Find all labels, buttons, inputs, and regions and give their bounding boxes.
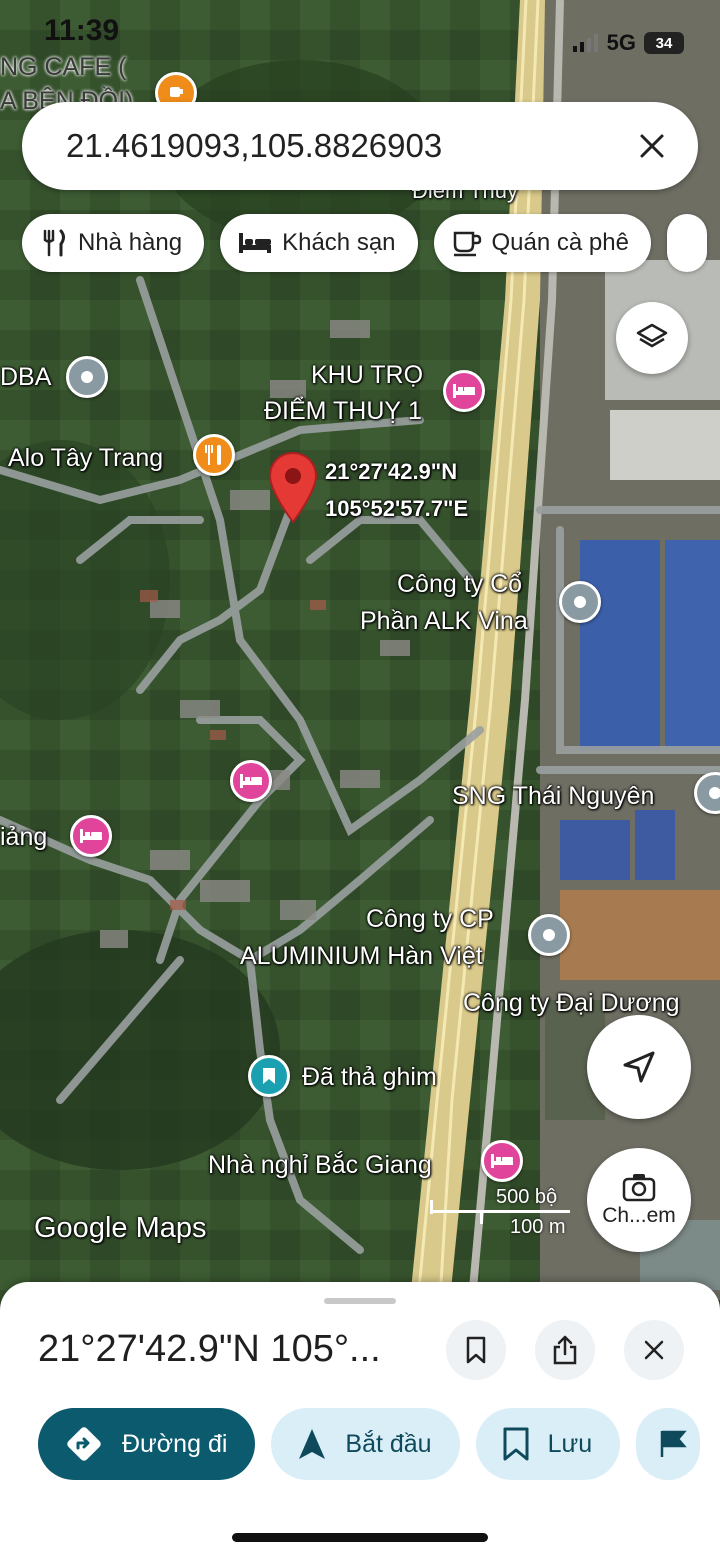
chip-more[interactable] xyxy=(666,214,707,272)
share-icon xyxy=(553,1335,577,1365)
search-input[interactable]: 21.4619093,105.8826903 xyxy=(66,127,622,165)
chip-label: Nhà hàng xyxy=(78,229,183,256)
save-icon-button[interactable] xyxy=(446,1320,506,1380)
my-location-button[interactable] xyxy=(587,1015,691,1119)
chip-label: Khách sạn xyxy=(282,229,396,256)
status-indicators: 5G 34 xyxy=(572,30,684,56)
place-title: 21°27'42.9"N 105°... xyxy=(38,1328,381,1370)
category-chips: Nhà hàng Khách sạn Quán cà phê xyxy=(22,214,707,272)
save-button[interactable]: Lưu xyxy=(475,1408,621,1480)
map-label-dropped-pin[interactable]: Đã thả ghim xyxy=(302,1062,437,1092)
map-label-cafe[interactable]: NG CAFE ( xyxy=(0,52,126,82)
clear-search-button[interactable] xyxy=(622,116,682,176)
chip-restaurants[interactable]: Nhà hàng xyxy=(22,214,205,272)
battery-icon: 34 xyxy=(644,32,684,54)
action-buttons: Đường đi Bắt đầu Lưu xyxy=(38,1408,701,1480)
directions-label: Đường đi xyxy=(122,1429,228,1458)
fork-knife-icon xyxy=(43,229,65,257)
scale-secondary: 100 m xyxy=(510,1216,566,1238)
chip-hotels[interactable]: Khách sạn xyxy=(220,214,418,272)
bookmark-icon xyxy=(466,1336,486,1364)
more-action-button[interactable] xyxy=(636,1408,701,1480)
navigation-arrow-icon xyxy=(623,1051,655,1083)
map-label-alk[interactable]: Công ty Cổ xyxy=(397,569,522,599)
close-icon xyxy=(640,134,664,158)
map-label-alk-2[interactable]: Phần ALK Vina xyxy=(360,606,528,636)
directions-button[interactable]: Đường đi xyxy=(38,1408,256,1480)
chip-coffee[interactable]: Quán cà phê xyxy=(433,214,651,272)
sheet-handle[interactable] xyxy=(324,1298,396,1304)
map-label-nha-nghi[interactable]: Nhà nghỉ Bắc Giang xyxy=(208,1150,432,1180)
map-label-dba[interactable]: DBA xyxy=(0,362,51,392)
map-label-alo[interactable]: Alo Tây Trang xyxy=(8,443,163,473)
map-label-khu-tro-2[interactable]: ĐIỂM THUỴ 1 xyxy=(264,396,422,426)
network-type: 5G xyxy=(606,30,636,55)
home-indicator[interactable] xyxy=(232,1533,488,1542)
layers-icon xyxy=(636,323,668,348)
camera-icon xyxy=(622,1174,656,1202)
restaurant-pin-icon[interactable] xyxy=(193,434,235,476)
coord-label-lat: 21°27'42.9"N xyxy=(325,459,458,484)
map-label-dai-duong[interactable]: Công ty Đại Dương xyxy=(463,988,680,1018)
search-bar[interactable]: 21.4619093,105.8826903 xyxy=(22,102,698,190)
hotel-pin-icon[interactable] xyxy=(70,815,112,857)
save-label: Lưu xyxy=(547,1429,593,1458)
map-label-khu-tro[interactable]: KHU TRỌ xyxy=(311,360,423,390)
google-maps-logo: Google Maps xyxy=(34,1212,207,1244)
hotel-pin-icon[interactable] xyxy=(230,760,272,802)
hotel-pin-icon[interactable] xyxy=(443,370,485,412)
satellite-map[interactable]: 11:39 5G 34 NG CAFE ( A BÊN ĐỒI) Điểm Th… xyxy=(0,0,720,1300)
bed-icon xyxy=(239,233,272,253)
saved-pin-icon[interactable] xyxy=(248,1055,290,1097)
hotel-pin-icon[interactable] xyxy=(481,1140,523,1182)
flag-icon xyxy=(660,1430,687,1457)
directions-icon xyxy=(67,1427,101,1461)
place-pin-icon[interactable] xyxy=(66,356,108,398)
place-sheet[interactable]: 21°27'42.9"N 105°... Đường đi Bắt đầu Lư… xyxy=(0,1282,720,1559)
map-label-aluminium[interactable]: Công ty CP xyxy=(366,904,494,934)
status-time: 11:39 xyxy=(44,14,120,47)
map-label-sng[interactable]: SNG Thái Nguyên xyxy=(452,781,654,811)
start-button[interactable]: Bắt đầu xyxy=(271,1408,460,1480)
chip-label: Quán cà phê xyxy=(491,229,629,256)
coffee-cup-icon xyxy=(453,231,481,257)
map-label-giang[interactable]: iảng xyxy=(0,822,47,852)
signal-icon xyxy=(572,34,598,52)
close-icon xyxy=(644,1340,664,1360)
place-pin-icon[interactable] xyxy=(528,914,570,956)
scale-bar: 500 bộ 100 m xyxy=(430,1186,570,1238)
bookmark-icon xyxy=(503,1427,529,1461)
camera-label: Ch...em xyxy=(602,1204,676,1227)
map-label-aluminium-2[interactable]: ALUMINIUM Hàn Việt xyxy=(240,941,483,971)
camera-button[interactable]: Ch...em xyxy=(587,1148,691,1252)
navigation-arrow-icon xyxy=(299,1429,326,1459)
coord-label-lng: 105°52'57.7"E xyxy=(325,496,469,521)
start-label: Bắt đầu xyxy=(345,1429,432,1458)
close-sheet-button[interactable] xyxy=(624,1320,684,1380)
layers-button[interactable] xyxy=(616,302,688,374)
place-pin-icon[interactable] xyxy=(559,581,601,623)
dropped-pin-icon[interactable] xyxy=(268,452,318,524)
share-button[interactable] xyxy=(535,1320,595,1380)
scale-primary: 500 bộ xyxy=(496,1186,558,1208)
